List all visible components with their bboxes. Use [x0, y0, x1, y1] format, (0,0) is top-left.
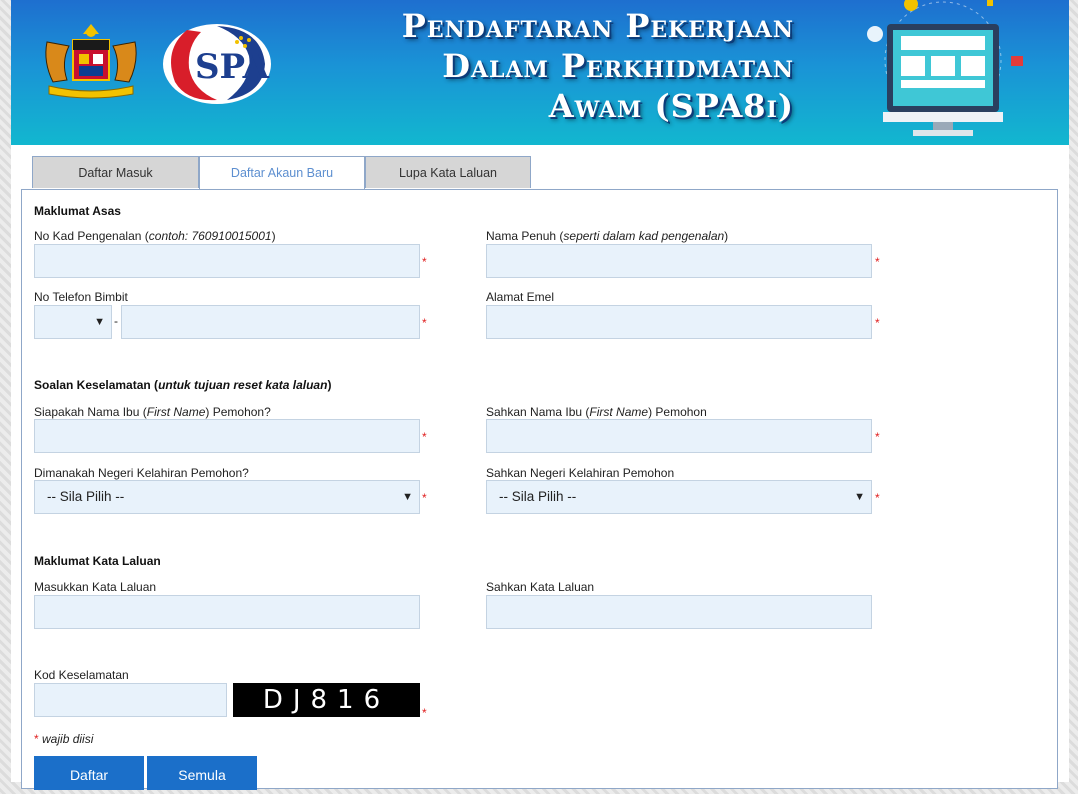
- phone-separator: -: [114, 314, 118, 328]
- mother-name-confirm-input[interactable]: [486, 419, 872, 453]
- phone-number-input[interactable]: [121, 305, 420, 339]
- malaysia-crest-logo: [45, 24, 137, 99]
- chevron-down-icon: ▼: [854, 491, 865, 503]
- required-mark: *: [875, 316, 880, 330]
- section-soalan-keselamatan: Soalan Keselamatan (untuk tujuan reset k…: [34, 378, 332, 392]
- required-mark: *: [422, 430, 427, 444]
- birth-state-select[interactable]: -- Sila Pilih -- ▼: [34, 480, 420, 514]
- security-note: untuk tujuan reset kata laluan: [158, 378, 328, 392]
- required-mark: *: [422, 491, 427, 505]
- title-line-1: Pendaftaran Pekerjaan: [401, 7, 794, 45]
- required-mark: *: [875, 255, 880, 269]
- svg-text:SPA: SPA: [195, 47, 270, 87]
- required-mark: *: [422, 706, 427, 720]
- password-confirm-label: Sahkan Kata Laluan: [486, 580, 595, 594]
- phone-prefix-select[interactable]: ▼: [34, 305, 112, 339]
- submit-button[interactable]: Daftar: [34, 756, 144, 790]
- registration-form: Maklumat Asas No Kad Pengenalan (contoh:…: [21, 189, 1058, 790]
- captcha-label: Kod Keselamatan: [34, 668, 129, 682]
- password-label: Masukkan Kata Laluan: [34, 580, 157, 594]
- ic-hint: contoh: 760910015001: [148, 229, 272, 243]
- captcha-input[interactable]: [34, 683, 227, 717]
- title-line-2: Dalam Perkhidmatan: [442, 47, 794, 85]
- required-note: * wajib diisi: [34, 732, 94, 746]
- birth-state-confirm-select[interactable]: -- Sila Pilih -- ▼: [486, 480, 872, 514]
- chevron-down-icon: ▼: [402, 491, 413, 503]
- ic-input[interactable]: [34, 244, 420, 278]
- spa-logo: SPA: [163, 24, 271, 104]
- mother-name-confirm-label: Sahkan Nama Ibu (First Name) Pemohon: [486, 405, 707, 419]
- section-maklumat-asas: Maklumat Asas: [34, 204, 121, 218]
- header-banner: SPA Pendaftaran Pekerjaan Dalam Perkhidm…: [11, 0, 1069, 145]
- email-label: Alamat Emel: [486, 290, 555, 304]
- mother-name-label: Siapakah Nama Ibu (First Name) Pemohon?: [34, 405, 271, 419]
- tab-daftar-akaun-baru[interactable]: Daftar Akaun Baru: [199, 156, 365, 190]
- required-mark: *: [422, 255, 427, 269]
- chevron-down-icon: ▼: [94, 316, 105, 328]
- page: SPA Pendaftaran Pekerjaan Dalam Perkhidm…: [11, 0, 1069, 790]
- required-mark: *: [422, 316, 427, 330]
- title-line-3: Awam (SPA8i): [548, 87, 794, 125]
- captcha-image: DJ816: [233, 683, 420, 717]
- mother-name-input[interactable]: [34, 419, 420, 453]
- tab-lupa-kata-laluan[interactable]: Lupa Kata Laluan: [365, 156, 531, 188]
- page-title: Pendaftaran Pekerjaan Dalam Perkhidmatan…: [402, 6, 794, 126]
- required-mark: *: [875, 430, 880, 444]
- password-input[interactable]: [34, 595, 420, 629]
- birth-state-confirm-label: Sahkan Negeri Kelahiran Pemohon: [486, 466, 675, 480]
- phone-label: No Telefon Bimbit: [34, 290, 128, 304]
- section-maklumat-kata-laluan: Maklumat Kata Laluan: [34, 554, 161, 568]
- ic-label: No Kad Pengenalan (contoh: 760910015001): [34, 229, 276, 243]
- name-hint: seperti dalam kad pengenalan: [563, 229, 725, 243]
- name-label: Nama Penuh (seperti dalam kad pengenalan…: [486, 229, 729, 243]
- password-confirm-input[interactable]: [486, 595, 872, 629]
- reset-button[interactable]: Semula: [147, 756, 257, 790]
- full-name-input[interactable]: [486, 244, 872, 278]
- required-mark: *: [875, 491, 880, 505]
- tab-daftar-masuk[interactable]: Daftar Masuk: [32, 156, 199, 188]
- computer-illustration: [867, 0, 1023, 136]
- email-input[interactable]: [486, 305, 872, 339]
- birth-state-label: Dimanakah Negeri Kelahiran Pemohon?: [34, 466, 249, 480]
